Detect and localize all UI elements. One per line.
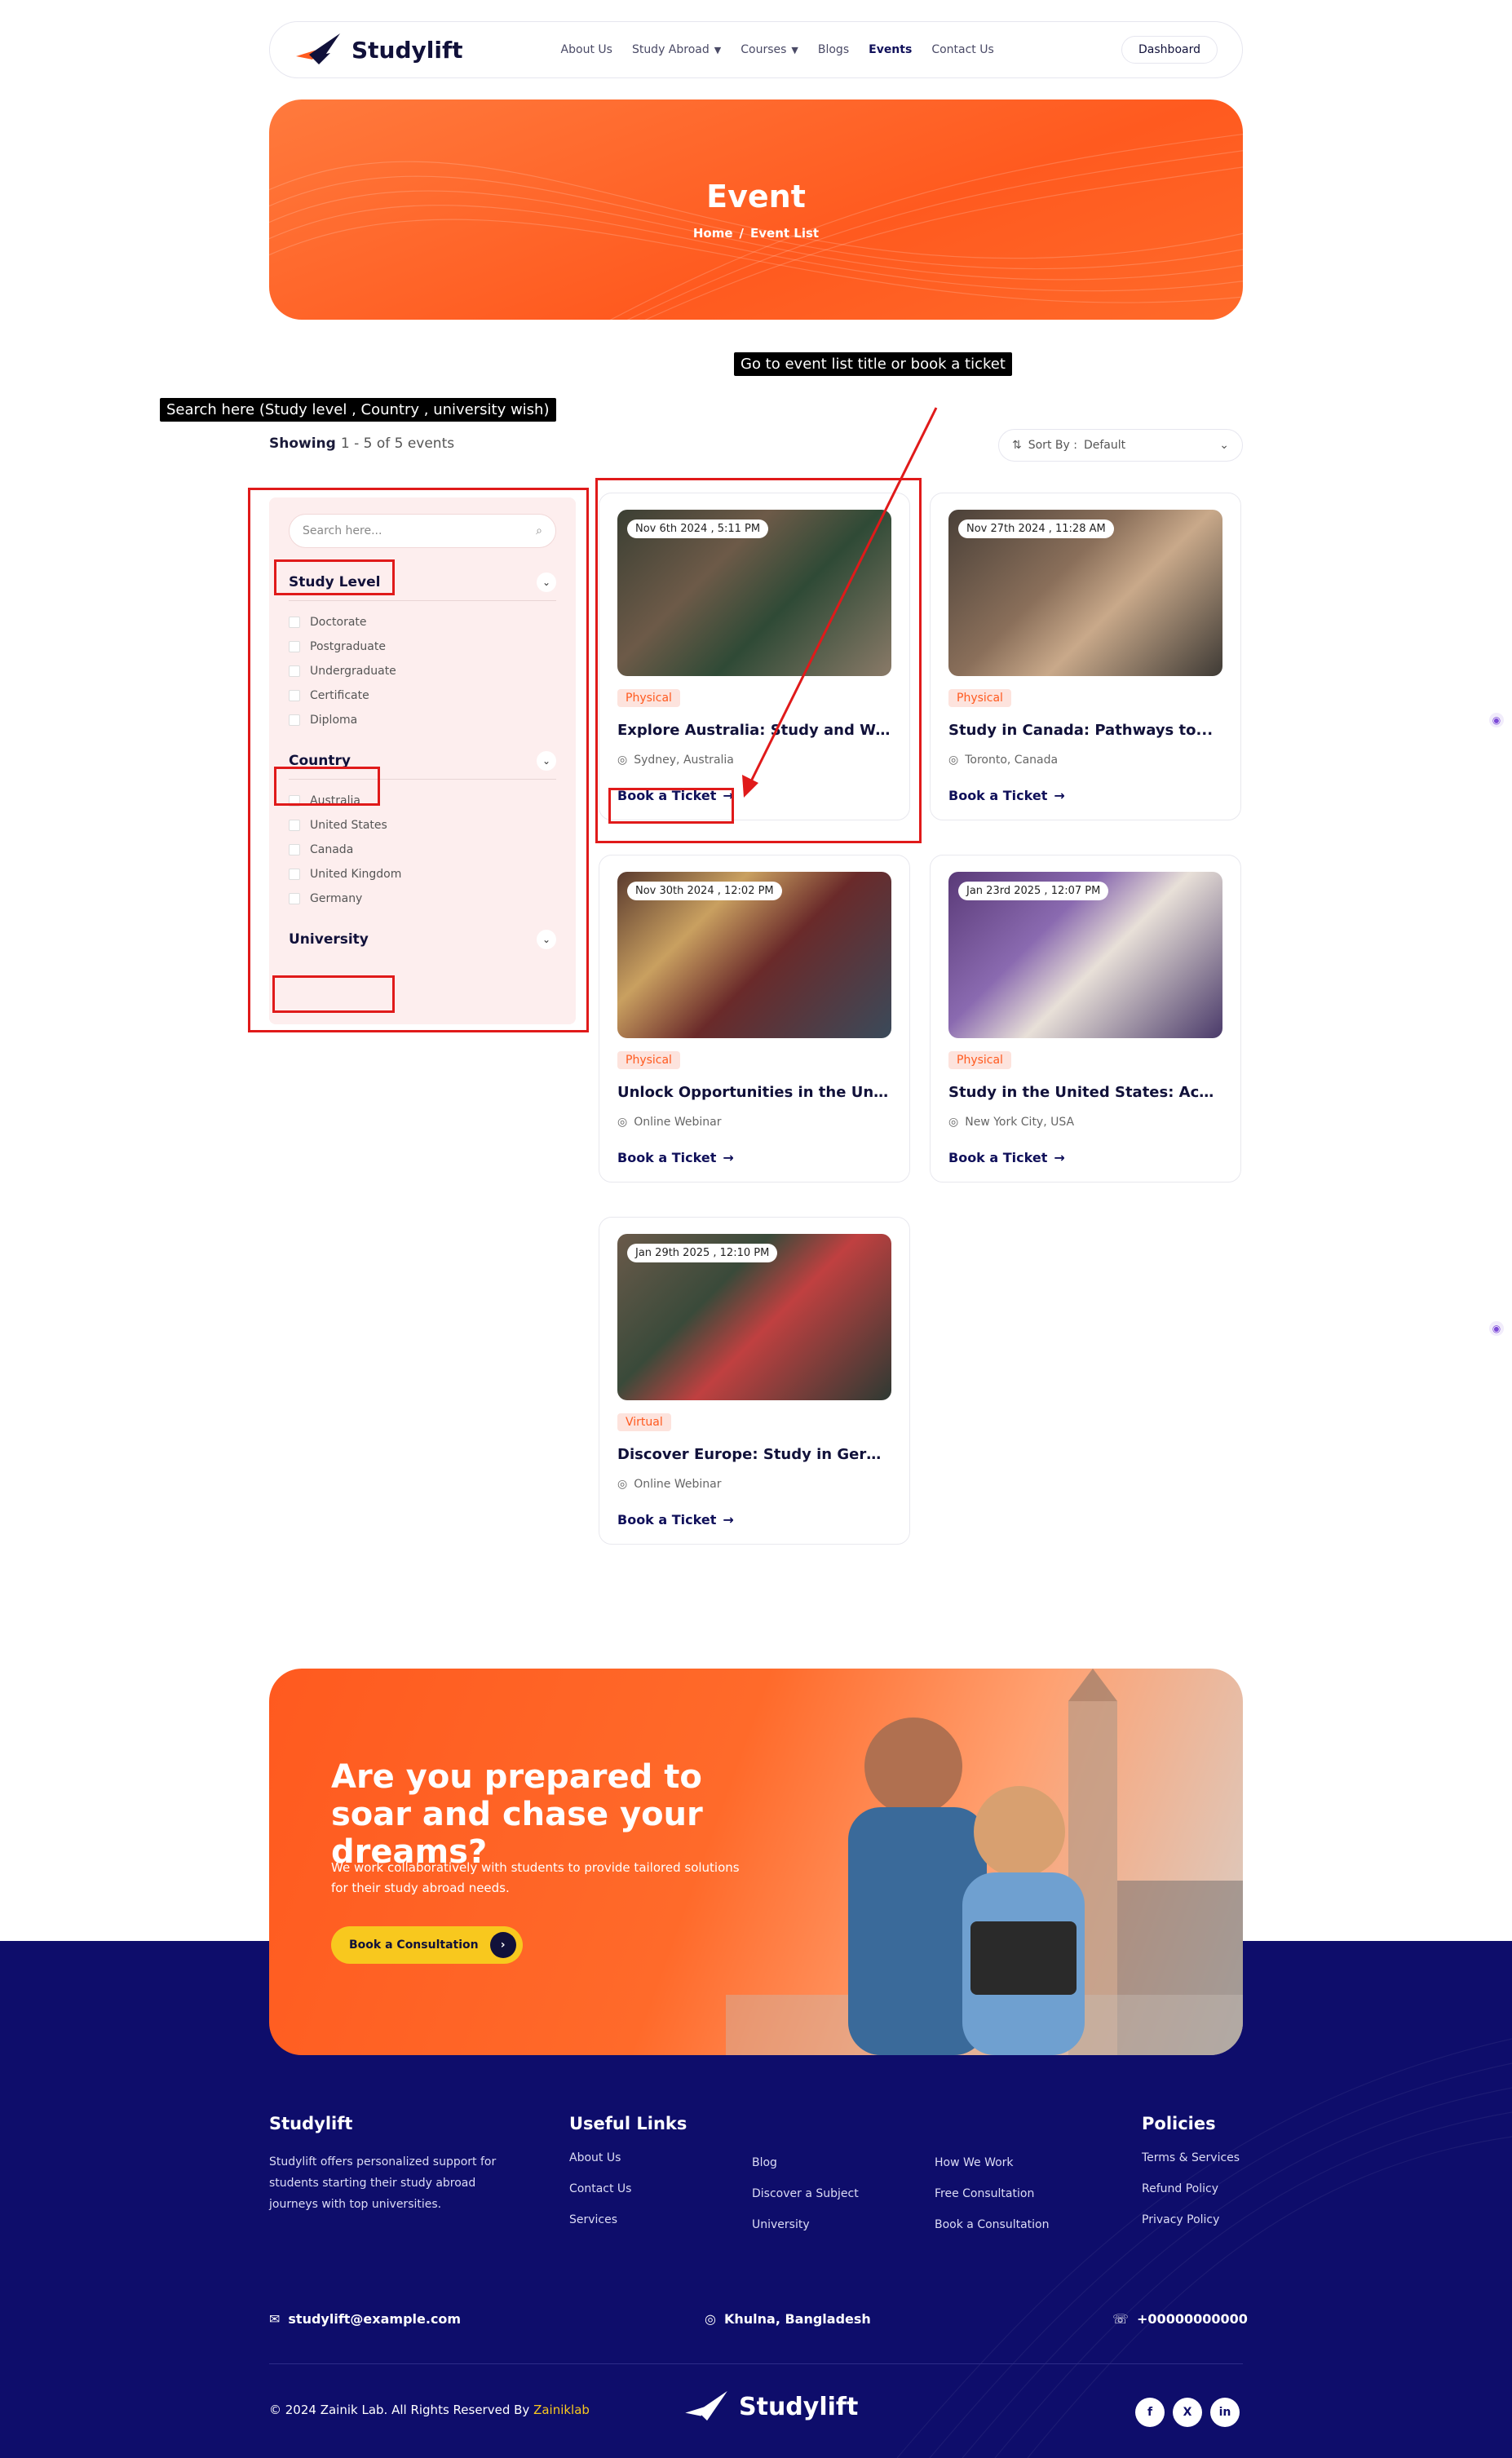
x-icon[interactable]: X bbox=[1173, 2398, 1202, 2427]
footer-useful-title: Useful Links bbox=[569, 2114, 687, 2133]
event-card[interactable]: Jan 23rd 2025 , 12:07 PM Physical Study … bbox=[930, 855, 1241, 1183]
footer-logo[interactable]: Studylift bbox=[683, 2389, 858, 2424]
footer-link-terms[interactable]: Terms & Services bbox=[1142, 2151, 1240, 2164]
footer-link-refund[interactable]: Refund Policy bbox=[1142, 2182, 1240, 2195]
facebook-icon[interactable]: f bbox=[1135, 2398, 1165, 2427]
email-text: studylift@example.com bbox=[288, 2311, 462, 2327]
chevron-right-icon: › bbox=[489, 1932, 516, 1958]
annotation-box-university bbox=[272, 975, 395, 1013]
footer-email[interactable]: ✉ studylift@example.com bbox=[269, 2311, 461, 2327]
location-text: Online Webinar bbox=[634, 1478, 722, 1491]
book-ticket-label: Book a Ticket bbox=[617, 1512, 717, 1527]
footer-link-contact-us[interactable]: Contact Us bbox=[569, 2182, 687, 2195]
cta-title: Are you prepared to soar and chase your … bbox=[331, 1758, 703, 1871]
event-title[interactable]: Study in the United States: Achieve... bbox=[948, 1084, 1222, 1101]
linkedin-icon[interactable]: in bbox=[1210, 2398, 1240, 2427]
footer-link-blog[interactable]: Blog bbox=[752, 2156, 859, 2169]
event-type-badge: Physical bbox=[617, 1051, 680, 1069]
footer-link-free-consultation[interactable]: Free Consultation bbox=[935, 2187, 1049, 2200]
footer-link-university[interactable]: University bbox=[752, 2218, 859, 2231]
event-location: ◎ Online Webinar bbox=[617, 1116, 891, 1129]
location-pin-icon: ◎ bbox=[617, 1478, 628, 1491]
footer-useful-links: Useful Links About Us Contact Us Service… bbox=[569, 2114, 687, 2226]
arrow-right-icon: → bbox=[723, 1150, 734, 1165]
copyright-text: © 2024 Zainik Lab. All Rights Reserved B… bbox=[269, 2403, 530, 2417]
event-title[interactable]: Unlock Opportunities in the United... bbox=[617, 1084, 891, 1101]
footer-brand-name: Studylift bbox=[739, 2392, 859, 2421]
location-text: New York City, USA bbox=[965, 1116, 1075, 1129]
social-links: f X in bbox=[1135, 2398, 1240, 2427]
footer-link-about-us[interactable]: About Us bbox=[569, 2151, 687, 2164]
mail-icon: ✉ bbox=[269, 2311, 281, 2327]
footer-policies: Policies Terms & Services Refund Policy … bbox=[1142, 2114, 1240, 2226]
arrow-right-icon: → bbox=[723, 1512, 734, 1527]
event-card[interactable]: Jan 29th 2025 , 12:10 PM Virtual Discove… bbox=[599, 1217, 910, 1545]
location-text: Online Webinar bbox=[634, 1116, 722, 1129]
footer-link-how-we-work[interactable]: How We Work bbox=[935, 2156, 1049, 2169]
cta-banner: Are you prepared to soar and chase your … bbox=[269, 1669, 1243, 2055]
footer-phone[interactable]: ☏ +00000000000 bbox=[1112, 2311, 1248, 2327]
event-location: ◎ Online Webinar bbox=[617, 1478, 891, 1491]
event-date: Jan 29th 2025 , 12:10 PM bbox=[627, 1244, 778, 1262]
footer-about-text: Studylift offers personalized support fo… bbox=[269, 2155, 497, 2211]
event-location: ◎ New York City, USA bbox=[948, 1116, 1222, 1129]
event-card[interactable]: Nov 30th 2024 , 12:02 PM Physical Unlock… bbox=[599, 855, 910, 1183]
book-consultation-button[interactable]: Book a Consultation › bbox=[331, 1926, 523, 1964]
plane-icon bbox=[685, 2390, 727, 2421]
footer-policies-title: Policies bbox=[1142, 2114, 1216, 2133]
footer-divider bbox=[269, 2363, 1243, 2364]
footer-links-col2: Blog Discover a Subject University bbox=[752, 2138, 859, 2231]
footer-link-discover-subject[interactable]: Discover a Subject bbox=[752, 2187, 859, 2200]
footer-links-col3: How We Work Free Consultation Book a Con… bbox=[935, 2138, 1049, 2231]
floating-widget-icon[interactable]: ◉ bbox=[1489, 1321, 1504, 1336]
book-ticket-link[interactable]: Book a Ticket → bbox=[617, 1512, 891, 1527]
book-ticket-label: Book a Ticket bbox=[617, 1150, 717, 1165]
annotation-arrow bbox=[742, 407, 938, 798]
event-type-badge: Virtual bbox=[617, 1413, 671, 1431]
book-ticket-link[interactable]: Book a Ticket → bbox=[617, 1150, 891, 1165]
location-pin-icon: ◎ bbox=[948, 1116, 959, 1129]
address-text: Khulna, Bangladesh bbox=[723, 2311, 871, 2327]
footer-link-book-consultation[interactable]: Book a Consultation bbox=[935, 2218, 1049, 2231]
cta-button-label: Book a Consultation bbox=[349, 1939, 479, 1952]
book-ticket-link[interactable]: Book a Ticket → bbox=[948, 1150, 1222, 1165]
phone-icon: ☏ bbox=[1112, 2311, 1130, 2327]
page: Studylift About Us Study Abroad ▼ Courses… bbox=[0, 0, 1512, 2458]
location-pin-icon: ◎ bbox=[617, 1116, 628, 1129]
copyright: © 2024 Zainik Lab. All Rights Reserved B… bbox=[269, 2403, 590, 2417]
copyright-brand-link[interactable]: Zainiklab bbox=[533, 2403, 590, 2417]
footer-link-services[interactable]: Services bbox=[569, 2213, 687, 2226]
students-illustration bbox=[726, 1669, 1243, 2055]
event-image[interactable]: Jan 29th 2025 , 12:10 PM bbox=[617, 1234, 891, 1400]
footer-address: ◎ Khulna, Bangladesh bbox=[705, 2311, 871, 2327]
event-type-badge: Physical bbox=[948, 1051, 1011, 1069]
footer-about: Studylift Studylift offers personalized … bbox=[269, 2114, 514, 2215]
location-pin-icon: ◎ bbox=[705, 2311, 716, 2327]
cta-text: We work collaboratively with students to… bbox=[331, 1860, 740, 1895]
phone-text: +00000000000 bbox=[1137, 2311, 1248, 2327]
floating-widget-icon[interactable]: ◉ bbox=[1489, 713, 1504, 727]
event-title[interactable]: Discover Europe: Study in Germany... bbox=[617, 1446, 891, 1463]
arrow-right-icon: → bbox=[1054, 1150, 1065, 1165]
footer-about-title: Studylift bbox=[269, 2114, 353, 2133]
book-ticket-label: Book a Ticket bbox=[948, 1150, 1048, 1165]
footer-link-privacy[interactable]: Privacy Policy bbox=[1142, 2213, 1240, 2226]
